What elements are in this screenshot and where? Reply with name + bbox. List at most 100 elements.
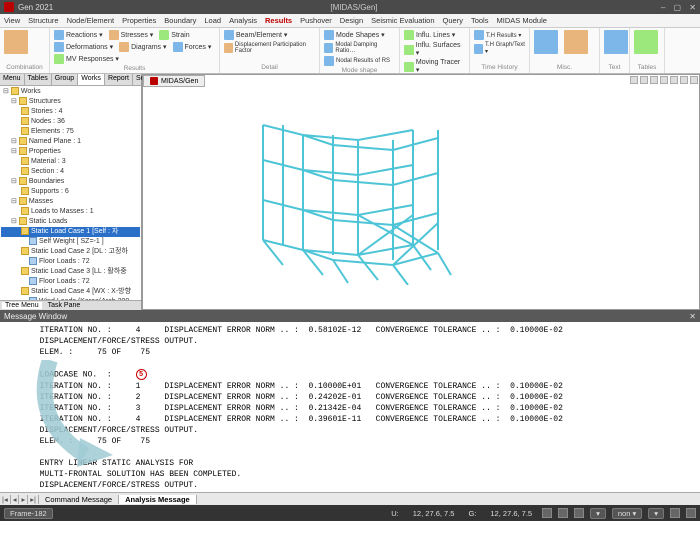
- stresses-button[interactable]: Stresses ▾: [109, 30, 154, 40]
- mv-responses-button[interactable]: MV Responses ▾: [54, 54, 119, 64]
- vp-tool-7[interactable]: [690, 76, 698, 84]
- modal-damping-button[interactable]: Modal Damping Ratio…: [324, 42, 395, 54]
- model-viewport[interactable]: MIDAS/Gen: [142, 74, 700, 310]
- tree-node[interactable]: Elements : 75: [1, 127, 140, 137]
- bottom-tab-tree[interactable]: Tree Menu: [2, 302, 42, 309]
- tab-report[interactable]: Report: [105, 74, 133, 85]
- menu-structure[interactable]: Structure: [28, 16, 58, 25]
- tree-node[interactable]: Static Load Case 3 [LL : 활하중: [1, 267, 140, 277]
- tree-node[interactable]: Static Load Case 1 [Self : 자: [1, 227, 140, 237]
- status-tool-4-icon[interactable]: [670, 508, 680, 518]
- tree-node[interactable]: Static Load Case 4 [WX : X-방향: [1, 287, 140, 297]
- minimize-button[interactable]: –: [661, 3, 665, 12]
- beam-element-button[interactable]: Beam/Element ▾: [224, 30, 287, 40]
- influ-surfaces-button[interactable]: Influ. Surfaces ▾: [404, 42, 465, 57]
- msg-nav-prev-icon[interactable]: ◂: [11, 495, 20, 504]
- tab-analysis-message[interactable]: Analysis Message: [119, 495, 197, 504]
- tab-command-message[interactable]: Command Message: [39, 495, 119, 504]
- frame-indicator[interactable]: Frame-182: [4, 508, 53, 519]
- message-output[interactable]: ITERATION NO. : 4 DISPLACEMENT ERROR NOR…: [0, 322, 700, 492]
- deformations-button[interactable]: Deformations ▾: [54, 42, 113, 52]
- tree-node[interactable]: ⊟Structures: [1, 97, 140, 107]
- tree-node[interactable]: Stories : 4: [1, 107, 140, 117]
- status-tool-3-icon[interactable]: [574, 508, 584, 518]
- msg-nav-first-icon[interactable]: |◂: [0, 495, 11, 504]
- tree-node[interactable]: Section : 4: [1, 167, 140, 177]
- tree-node[interactable]: Floor Loads : 72: [1, 257, 140, 267]
- structure-model-icon: [243, 95, 463, 285]
- influ-lines-icon: [404, 30, 414, 40]
- menu-view[interactable]: View: [4, 16, 20, 25]
- tree-node[interactable]: Self Weight [ SZ=-1 ]: [1, 237, 140, 247]
- vp-tool-1[interactable]: [630, 76, 638, 84]
- status-tool-5-icon[interactable]: [686, 508, 696, 518]
- ribbon-group-misc: Misc.: [534, 64, 595, 71]
- mode-icon: [324, 30, 334, 40]
- menu-load[interactable]: Load: [204, 16, 221, 25]
- tab-works[interactable]: Works: [78, 74, 105, 85]
- nodal-rs-button[interactable]: Nodal Results of RS: [324, 56, 395, 66]
- text-output-button[interactable]: [604, 30, 628, 54]
- menu-tools[interactable]: Tools: [471, 16, 489, 25]
- reactions-button[interactable]: Reactions ▾: [54, 30, 103, 40]
- vp-tool-6[interactable]: [680, 76, 688, 84]
- moving-tracer-button[interactable]: Moving Tracer ▾: [404, 59, 465, 74]
- strain-button[interactable]: Strain: [159, 30, 189, 40]
- tree-node[interactable]: Floor Loads : 72: [1, 277, 140, 287]
- menu-analysis[interactable]: Analysis: [229, 16, 257, 25]
- menu-pushover[interactable]: Pushover: [300, 16, 332, 25]
- tree-node[interactable]: Static Load Case 2 [DL : 고정하: [1, 247, 140, 257]
- status-tool-1-icon[interactable]: [542, 508, 552, 518]
- column-shortening-button[interactable]: [534, 30, 558, 54]
- load-combination-button[interactable]: [4, 30, 28, 54]
- vp-tool-4[interactable]: [660, 76, 668, 84]
- menu-properties[interactable]: Properties: [122, 16, 156, 25]
- tab-menu[interactable]: Menu: [0, 74, 25, 85]
- message-window-close-icon[interactable]: ✕: [689, 312, 696, 321]
- tree-node[interactable]: ⊟Works: [1, 87, 140, 97]
- menu-module[interactable]: MIDAS Module: [496, 16, 546, 25]
- tree-node[interactable]: Supports : 6: [1, 187, 140, 197]
- tree-node[interactable]: Material : 3: [1, 157, 140, 167]
- vp-tool-5[interactable]: [670, 76, 678, 84]
- th-graph-button[interactable]: T.H Graph/Text ▾: [474, 42, 525, 55]
- menu-boundary[interactable]: Boundary: [164, 16, 196, 25]
- tree-node[interactable]: ⊟Static Loads: [1, 217, 140, 227]
- viewport-tab[interactable]: MIDAS/Gen: [143, 75, 205, 87]
- tree-view[interactable]: ⊟Works⊟StructuresStories : 4Nodes : 36El…: [0, 86, 141, 300]
- tree-node[interactable]: Loads to Masses : 1: [1, 207, 140, 217]
- th-results-button[interactable]: T.H Results ▾: [474, 30, 525, 40]
- tree-node[interactable]: ⊟Named Plane : 1: [1, 137, 140, 147]
- forces-button[interactable]: Forces ▾: [173, 42, 212, 52]
- status-tool-2-icon[interactable]: [558, 508, 568, 518]
- results-tables-button[interactable]: [634, 30, 658, 54]
- status-dd-1[interactable]: ▾: [590, 508, 606, 519]
- menu-results[interactable]: Results: [265, 16, 292, 25]
- menu-node-element[interactable]: Node/Element: [67, 16, 115, 25]
- story-shear-button[interactable]: [564, 30, 588, 54]
- menu-design[interactable]: Design: [340, 16, 363, 25]
- vp-tool-2[interactable]: [640, 76, 648, 84]
- tree-node[interactable]: ⊟Boundaries: [1, 177, 140, 187]
- influ-lines-button[interactable]: Influ. Lines ▾: [404, 30, 465, 40]
- tab-group[interactable]: Group: [52, 74, 78, 85]
- tree-node[interactable]: ⊟Properties: [1, 147, 140, 157]
- msg-nav-last-icon[interactable]: ▸|: [28, 495, 39, 504]
- tree-node[interactable]: Nodes : 36: [1, 117, 140, 127]
- disp-participation-button[interactable]: Displacement Participation Factor: [224, 42, 315, 54]
- menu-seismic[interactable]: Seismic Evaluation: [371, 16, 434, 25]
- tab-tables[interactable]: Tables: [25, 74, 52, 85]
- menu-query[interactable]: Query: [443, 16, 463, 25]
- vp-tool-3[interactable]: [650, 76, 658, 84]
- mode-shapes-button[interactable]: Mode Shapes ▾: [324, 30, 395, 40]
- maximize-button[interactable]: ▢: [674, 3, 682, 12]
- bottom-tab-task[interactable]: Task Pane: [48, 302, 81, 309]
- close-button[interactable]: ✕: [689, 3, 696, 12]
- status-dd-3[interactable]: ▾: [648, 508, 664, 519]
- diagrams-button[interactable]: Diagrams ▾: [119, 42, 166, 52]
- status-dd-2[interactable]: non ▾: [612, 508, 642, 519]
- msg-nav-next-icon[interactable]: ▸: [19, 495, 28, 504]
- message-window-titlebar: Message Window ✕: [0, 310, 700, 322]
- viewport-toolbar: [629, 75, 699, 85]
- tree-node[interactable]: ⊟Masses: [1, 197, 140, 207]
